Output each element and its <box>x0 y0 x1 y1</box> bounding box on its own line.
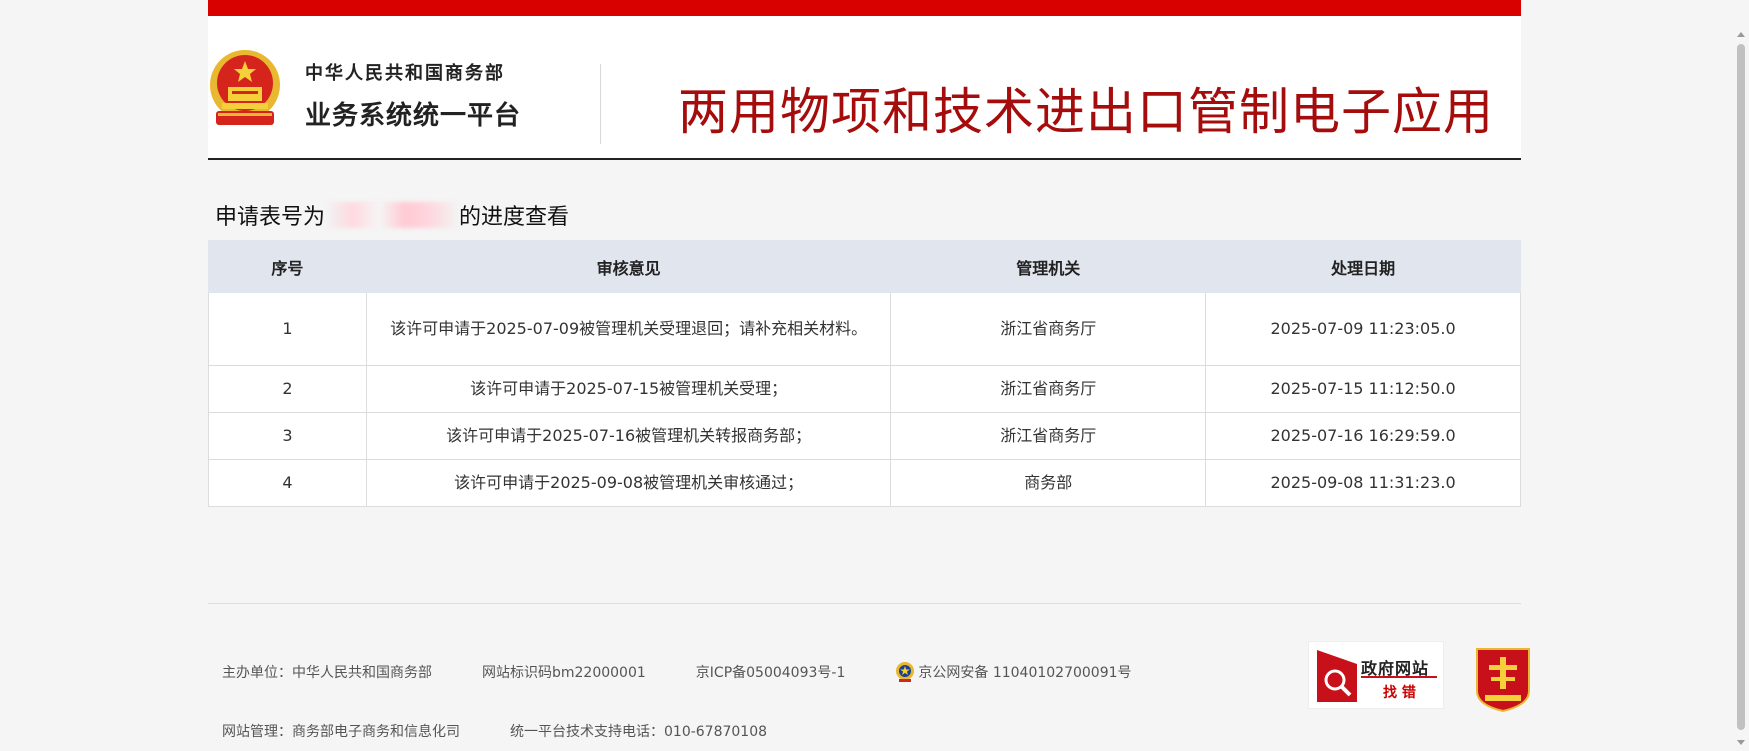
cell-no: 4 <box>208 459 367 507</box>
org-name: 中华人民共和国商务部 <box>305 63 505 84</box>
party-government-organ-badge-icon[interactable] <box>1473 645 1533 713</box>
footer-manage-row: 网站管理：商务部电子商务和信息化司 统一平台技术支持电话：010-6787010… <box>222 721 817 741</box>
gov-website-error-report-icon <box>1317 650 1357 702</box>
platform-name: 业务系统统一平台 <box>305 101 522 131</box>
table-header-row: 序号 审核意见 管理机关 处理日期 <box>208 240 1521 293</box>
footer-sponsor: 主办单位：中华人民共和国商务部 <box>222 665 432 681</box>
cell-opinion: 该许可申请于2025-07-15被管理机关受理； <box>365 365 892 413</box>
cell-no: 3 <box>208 412 367 460</box>
progress-heading: 申请表号为 的进度查看 <box>215 199 569 231</box>
footer-support-phone: 统一平台技术支持电话：010-67870108 <box>510 724 768 740</box>
table-row: 3 该许可申请于2025-07-16被管理机关转报商务部； 浙江省商务厅 202… <box>208 412 1521 460</box>
cell-org: 商务部 <box>890 459 1207 507</box>
column-header-date: 处理日期 <box>1205 240 1521 293</box>
cell-opinion: 该许可申请于2025-07-09被管理机关受理退回；请补充相关材料。 <box>365 292 892 366</box>
heading-suffix: 的进度查看 <box>459 205 570 230</box>
page-container: 中华人民共和国商务部 业务系统统一平台 两用物项和技术进出口管制电子应用 申请表… <box>208 0 1530 751</box>
cell-date: 2025-07-09 11:23:05.0 <box>1205 292 1521 366</box>
national-emblem-icon <box>210 50 280 125</box>
footer-site-manager: 网站管理：商务部电子商务和信息化司 <box>222 724 460 740</box>
heading-prefix: 申请表号为 <box>215 205 326 230</box>
cell-date: 2025-09-08 11:31:23.0 <box>1205 459 1521 507</box>
cell-opinion: 该许可申请于2025-09-08被管理机关审核通过； <box>365 459 892 507</box>
scroll-down-arrow-icon[interactable] <box>1737 740 1745 745</box>
column-header-org: 管理机关 <box>890 240 1207 293</box>
site-header: 中华人民共和国商务部 业务系统统一平台 两用物项和技术进出口管制电子应用 <box>208 16 1521 160</box>
redacted-application-number <box>327 202 458 228</box>
gov-website-error-report-link[interactable]: 政府网站 找 错 <box>1308 641 1444 709</box>
cell-date: 2025-07-15 11:12:50.0 <box>1205 365 1521 413</box>
cell-org: 浙江省商务厅 <box>890 412 1207 460</box>
progress-table: 序号 审核意见 管理机关 处理日期 1 该许可申请于2025-07-09被管理机… <box>208 240 1521 507</box>
cell-date: 2025-07-16 16:29:59.0 <box>1205 412 1521 460</box>
table-row: 2 该许可申请于2025-07-15被管理机关受理； 浙江省商务厅 2025-0… <box>208 365 1521 413</box>
footer-divider <box>208 603 1521 604</box>
public-security-badge-icon <box>896 662 915 682</box>
header-divider <box>600 64 601 144</box>
column-header-no: 序号 <box>208 240 367 293</box>
gov-badge-sub: 找 错 <box>1383 685 1416 701</box>
vertical-scrollbar[interactable] <box>1733 0 1749 751</box>
cell-org: 浙江省商务厅 <box>890 292 1207 366</box>
footer-info-row: 主办单位：中华人民共和国商务部 网站标识码bm22000001 京ICP备050… <box>222 661 1182 683</box>
gov-badge-title: 政府网站 <box>1361 659 1430 678</box>
cell-no: 2 <box>208 365 367 413</box>
cell-org: 浙江省商务厅 <box>890 365 1207 413</box>
app-title: 两用物项和技术进出口管制电子应用 <box>678 83 1494 141</box>
column-header-opinion: 审核意见 <box>365 240 892 293</box>
scroll-thumb[interactable] <box>1737 44 1745 730</box>
cell-no: 1 <box>208 292 367 366</box>
cell-opinion: 该许可申请于2025-07-16被管理机关转报商务部； <box>365 412 892 460</box>
top-accent-bar <box>208 0 1521 16</box>
scroll-up-arrow-icon[interactable] <box>1737 32 1745 37</box>
footer-site-code: 网站标识码bm22000001 <box>482 665 646 681</box>
footer-icp-link[interactable]: 京ICP备05004093号-1 <box>696 662 846 682</box>
brand-block: 中华人民共和国商务部 业务系统统一平台 <box>305 59 521 132</box>
table-row: 1 该许可申请于2025-07-09被管理机关受理退回；请补充相关材料。 浙江省… <box>208 292 1521 366</box>
footer-police-record-link[interactable]: 京公网安备 11040102700091号 <box>918 662 1131 682</box>
table-row: 4 该许可申请于2025-09-08被管理机关审核通过； 商务部 2025-09… <box>208 459 1521 507</box>
